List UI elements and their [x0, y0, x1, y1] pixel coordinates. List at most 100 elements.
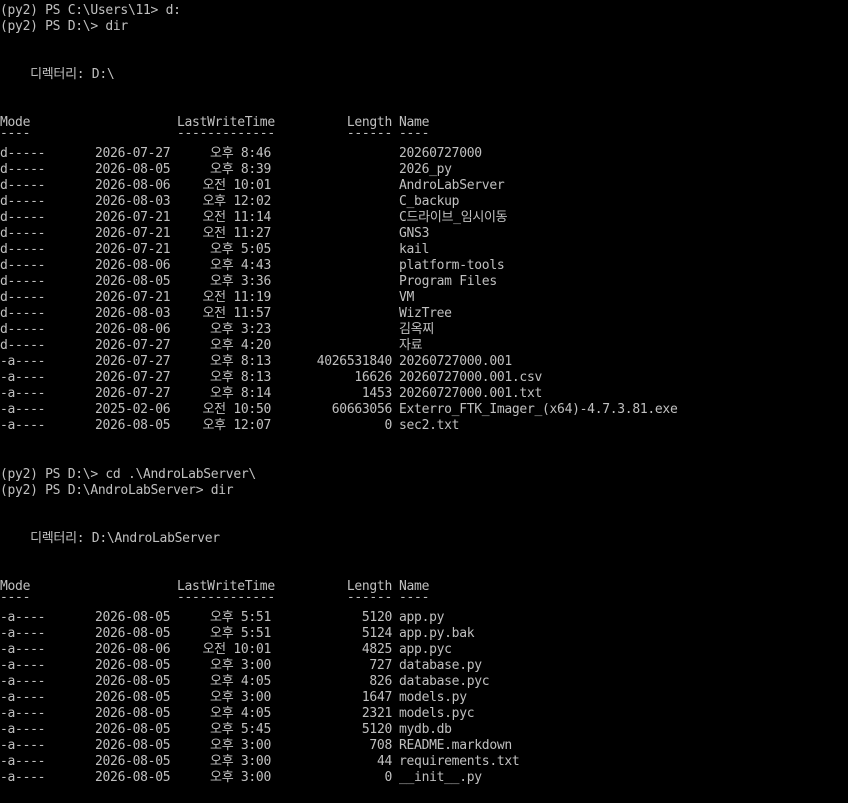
row-name: kail	[399, 242, 430, 257]
row-mode: -a----	[0, 674, 46, 689]
row-name: requirements.txt	[399, 754, 520, 769]
divider-name: ----	[399, 590, 430, 605]
row-name: C드라이브_임시이동	[399, 210, 508, 225]
directory-path: 디렉터리: D:\	[0, 67, 115, 82]
row-name: platform-tools	[399, 258, 505, 273]
row-name: 2026_py	[399, 162, 452, 177]
row-name: database.py	[399, 658, 482, 673]
row-time: 오전 10:50	[202, 402, 272, 417]
row-length: 5124	[361, 626, 392, 641]
row-name: models.py	[399, 690, 467, 705]
row-name: 자료	[399, 338, 423, 353]
row-mode: -a----	[0, 754, 46, 769]
row-time: 오후 3:36	[210, 274, 271, 289]
row-mode: -a----	[0, 354, 46, 369]
terminal-output[interactable]: (py2) PS C:\Users\11> d: (py2) PS D:\> di…	[0, 0, 849, 803]
row-mode: d-----	[0, 226, 46, 241]
row-length: 5120	[361, 610, 392, 625]
row-name: 20260727000.001.csv	[399, 370, 543, 385]
row-mode: -a----	[0, 658, 46, 673]
row-date: 2026-08-06	[95, 258, 171, 273]
row-date: 2026-07-21	[95, 210, 171, 225]
row-date: 2026-08-05	[95, 722, 171, 737]
row-date: 2026-07-27	[95, 370, 171, 385]
row-name: 김옥찌	[399, 322, 434, 337]
divider-lastwritetime: -------------	[177, 590, 275, 605]
row-date: 2026-08-05	[95, 770, 171, 785]
row-name: Program Files	[399, 274, 497, 289]
row-date: 2026-08-05	[95, 690, 171, 705]
row-length: 0	[384, 770, 392, 785]
row-date: 2026-08-05	[95, 674, 171, 689]
terminal-window[interactable]: (py2) PS C:\Users\11> d: (py2) PS D:\> di…	[0, 0, 849, 803]
row-date: 2026-07-21	[95, 226, 171, 241]
row-name: WizTree	[399, 306, 452, 321]
row-time: 오전 11:14	[202, 210, 272, 225]
row-name: AndroLabServer	[399, 178, 505, 193]
row-time: 오후 3:00	[210, 690, 271, 705]
row-date: 2026-08-05	[95, 162, 171, 177]
row-date: 2026-07-21	[95, 242, 171, 257]
directory-path: 디렉터리: D:\AndroLabServer	[0, 531, 220, 546]
row-length: 5120	[361, 722, 392, 737]
row-length: 1453	[361, 386, 392, 401]
row-time: 오후 4:20	[210, 338, 271, 353]
row-date: 2026-08-05	[95, 418, 171, 433]
row-mode: -a----	[0, 738, 46, 753]
row-name: 20260727000.001.txt	[399, 386, 543, 401]
row-date: 2026-08-05	[95, 706, 171, 721]
row-time: 오후 5:51	[210, 626, 271, 641]
row-mode: d-----	[0, 306, 46, 321]
row-time: 오후 8:39	[210, 162, 271, 177]
row-length: 708	[369, 738, 392, 753]
row-date: 2026-07-27	[95, 338, 171, 353]
row-mode: d-----	[0, 338, 46, 353]
divider-length: ------	[346, 126, 392, 141]
row-name: README.markdown	[399, 738, 512, 753]
row-length: 0	[384, 418, 392, 433]
row-mode: d-----	[0, 322, 46, 337]
row-mode: d-----	[0, 258, 46, 273]
row-mode: d-----	[0, 146, 46, 161]
row-mode: d-----	[0, 242, 46, 257]
prompt-command: (py2) PS D:\AndroLabServer> dir	[0, 483, 234, 498]
row-date: 2026-08-06	[95, 178, 171, 193]
row-mode: d-----	[0, 178, 46, 193]
row-date: 2026-08-06	[95, 322, 171, 337]
row-mode: -a----	[0, 722, 46, 737]
row-date: 2026-08-03	[95, 194, 171, 209]
row-length: 4825	[361, 642, 392, 657]
row-name: app.py.bak	[399, 626, 475, 641]
row-mode: d-----	[0, 162, 46, 177]
row-time: 오후 8:13	[210, 370, 271, 385]
row-time: 오후 4:43	[210, 258, 271, 273]
row-time: 오전 11:27	[202, 226, 272, 241]
row-name: app.py	[399, 610, 445, 625]
row-time: 오전 10:01	[202, 642, 272, 657]
row-time: 오후 8:46	[210, 146, 271, 161]
row-mode: -a----	[0, 370, 46, 385]
row-length: 2321	[361, 706, 392, 721]
row-mode: d-----	[0, 290, 46, 305]
row-time: 오후 8:14	[210, 386, 271, 401]
row-name: Exterro_FTK_Imager_(x64)-4.7.3.81.exe	[399, 402, 678, 417]
row-date: 2025-02-06	[95, 402, 171, 417]
row-date: 2026-08-05	[95, 610, 171, 625]
row-date: 2026-08-05	[95, 274, 171, 289]
divider-mode: ----	[0, 126, 31, 141]
row-name: app.pyc	[399, 642, 452, 657]
row-time: 오후 12:07	[202, 418, 272, 433]
row-date: 2026-08-05	[95, 738, 171, 753]
row-name: database.pyc	[399, 674, 490, 689]
window-edge	[848, 0, 849, 803]
row-mode: -a----	[0, 418, 46, 433]
row-time: 오전 10:01	[202, 178, 272, 193]
row-date: 2026-07-27	[95, 354, 171, 369]
row-time: 오후 5:51	[210, 610, 271, 625]
row-date: 2026-08-05	[95, 754, 171, 769]
prompt-command: (py2) PS C:\Users\11> d:	[0, 3, 181, 18]
row-date: 2026-07-21	[95, 290, 171, 305]
row-length: 16626	[354, 370, 392, 385]
row-time: 오후 8:13	[210, 354, 271, 369]
row-name: GNS3	[399, 226, 430, 241]
